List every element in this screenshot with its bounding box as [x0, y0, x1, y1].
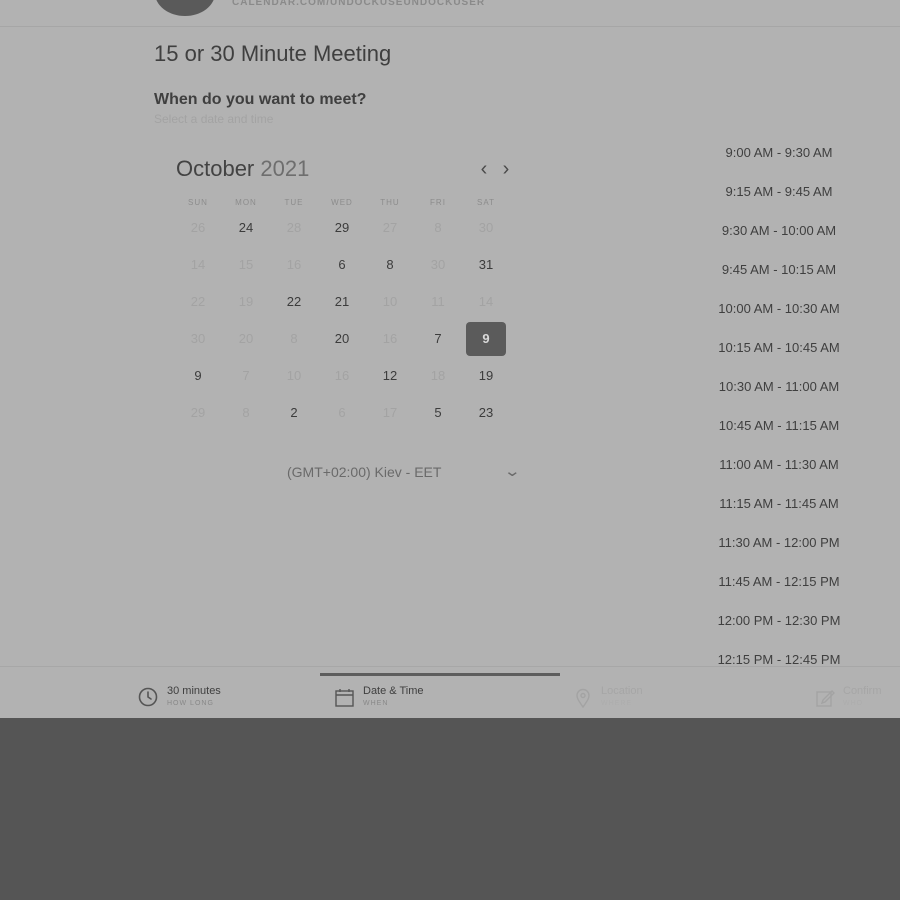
- calendar-day: 29: [190, 405, 206, 420]
- calendar-day: 14: [478, 294, 494, 309]
- time-slot[interactable]: 10:00 AM - 10:30 AM: [700, 296, 858, 322]
- step-label: Confirm: [843, 685, 882, 697]
- calendar-day[interactable]: 2: [274, 396, 314, 430]
- calendar-day: 19: [238, 294, 254, 309]
- calendar-day: 16: [382, 331, 398, 346]
- calendar-day: 30: [430, 257, 446, 272]
- step-label: Location: [601, 685, 643, 697]
- time-slot[interactable]: 10:30 AM - 11:00 AM: [700, 374, 858, 400]
- time-slot[interactable]: 10:15 AM - 10:45 AM: [700, 335, 858, 361]
- chevron-right-icon[interactable]: ›: [497, 158, 515, 180]
- calendar-day: 16: [334, 368, 350, 383]
- calendar-day[interactable]: 6: [322, 248, 362, 282]
- calendar-day: 20: [238, 331, 254, 346]
- calendar-day: 27: [382, 220, 398, 235]
- time-slot[interactable]: 9:15 AM - 9:45 AM: [700, 179, 858, 205]
- calendar-day[interactable]: 5: [418, 396, 458, 430]
- step-label: 30 minutes: [167, 685, 221, 697]
- calendar-day[interactable]: 22: [274, 285, 314, 319]
- calendar-month: October 2021: [176, 156, 309, 182]
- question-hint: Select a date and time: [154, 112, 274, 126]
- calendar-day[interactable]: 9: [178, 359, 218, 393]
- month-name: October: [176, 156, 255, 181]
- calendar-day[interactable]: 31: [466, 248, 506, 282]
- time-slot[interactable]: 12:00 PM - 12:30 PM: [700, 608, 858, 634]
- calendar-icon: [335, 689, 354, 707]
- step-sublabel: WHERE: [601, 700, 633, 707]
- step-sublabel: WHEN: [363, 700, 389, 707]
- chevron-down-icon[interactable]: ⌄: [503, 462, 521, 480]
- profile-url[interactable]: CALENDAR.COM/UNDOCKUSEUNDOCKUSER: [232, 0, 485, 8]
- steps-divider: [0, 666, 900, 667]
- calendar-day[interactable]: 20: [322, 322, 362, 356]
- time-slot[interactable]: 9:30 AM - 10:00 AM: [700, 218, 858, 244]
- timezone-select[interactable]: (GMT+02:00) Kiev - EET: [287, 464, 441, 480]
- calendar-day: 16: [286, 257, 302, 272]
- chevron-left-icon[interactable]: ‹: [475, 158, 493, 180]
- time-slot[interactable]: 9:00 AM - 9:30 AM: [700, 140, 858, 166]
- header-divider: [0, 26, 900, 27]
- avatar: [155, 0, 215, 16]
- active-step-indicator: [320, 673, 560, 676]
- weekday-header: WED: [331, 198, 353, 207]
- step-label: Date & Time: [363, 685, 424, 697]
- calendar-day: 7: [242, 368, 250, 383]
- calendar-day: 11: [431, 294, 445, 309]
- calendar-day: 28: [286, 220, 302, 235]
- calendar-day[interactable]: 29: [322, 211, 362, 245]
- calendar-day: 26: [190, 220, 206, 235]
- time-slot[interactable]: 11:45 AM - 12:15 PM: [700, 569, 858, 595]
- calendar-day[interactable]: 8: [370, 248, 410, 282]
- calendar-day: 30: [478, 220, 494, 235]
- weekday-header: SAT: [477, 198, 495, 207]
- calendar-day[interactable]: 21: [322, 285, 362, 319]
- calendar-day: 6: [338, 405, 346, 420]
- year: 2021: [260, 156, 310, 181]
- booking-panel: CALENDAR.COM/UNDOCKUSEUNDOCKUSER 15 or 3…: [0, 0, 900, 718]
- location-pin-icon: [576, 688, 590, 709]
- weekday-header: TUE: [284, 198, 304, 207]
- time-slot[interactable]: 10:45 AM - 11:15 AM: [700, 413, 858, 439]
- calendar-day: 17: [382, 405, 398, 420]
- time-slot[interactable]: 9:45 AM - 10:15 AM: [700, 257, 858, 283]
- calendar-day[interactable]: 12: [370, 359, 410, 393]
- calendar-day[interactable]: 7: [418, 322, 458, 356]
- page-title: 15 or 30 Minute Meeting: [154, 41, 392, 66]
- time-slot[interactable]: 11:00 AM - 11:30 AM: [700, 452, 858, 478]
- edit-icon: [816, 690, 835, 707]
- calendar-day: 10: [382, 294, 398, 309]
- weekday-header: THU: [380, 198, 400, 207]
- time-slot[interactable]: 11:15 AM - 11:45 AM: [700, 491, 858, 517]
- weekday-header: FRI: [430, 198, 446, 207]
- calendar-day[interactable]: 23: [466, 396, 506, 430]
- time-slot[interactable]: 12:15 PM - 12:45 PM: [700, 647, 858, 673]
- weekday-header: MON: [235, 198, 257, 207]
- step-sublabel: HOW LONG: [167, 700, 214, 707]
- modal-backdrop: [0, 718, 900, 900]
- calendar-day: 15: [238, 257, 254, 272]
- calendar-day: 8: [290, 331, 298, 346]
- calendar-day: 10: [286, 368, 302, 383]
- time-slot[interactable]: 11:30 AM - 12:00 PM: [700, 530, 858, 556]
- calendar-day: 22: [190, 294, 206, 309]
- calendar-day: 30: [190, 331, 206, 346]
- clock-icon: [138, 687, 158, 707]
- selected-day[interactable]: 9: [466, 322, 506, 356]
- calendar-day: 14: [190, 257, 206, 272]
- question-heading: When do you want to meet?: [154, 91, 367, 108]
- step-sublabel: WHO: [843, 700, 864, 707]
- calendar-day: 8: [242, 405, 250, 420]
- calendar-day[interactable]: 24: [226, 211, 266, 245]
- calendar-day[interactable]: 19: [466, 359, 506, 393]
- calendar-day: 8: [434, 220, 442, 235]
- weekday-header: SUN: [188, 198, 208, 207]
- calendar-day: 18: [430, 368, 446, 383]
